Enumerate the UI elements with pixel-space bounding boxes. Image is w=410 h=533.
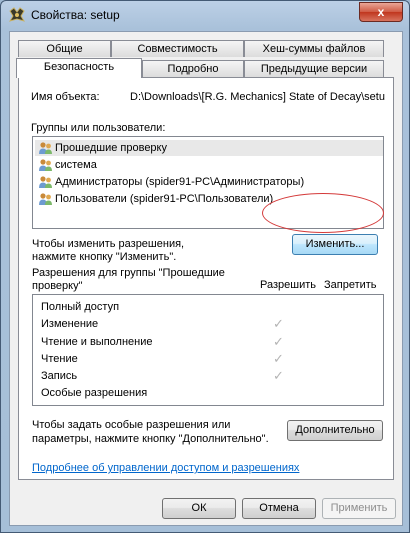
ok-button[interactable]: ОК	[162, 498, 236, 519]
deny-column-header: Запретить	[324, 279, 377, 291]
tab-details[interactable]: Подробно	[142, 60, 244, 77]
change-hint-line1: Чтобы изменить разрешения,	[32, 238, 185, 250]
properties-window: Свойства: setup x Общие Совместимость Хе…	[0, 0, 410, 533]
dialog-client: Общие Совместимость Хеш-суммы файлов Без…	[9, 31, 403, 526]
apply-button[interactable]: Применить	[322, 498, 396, 519]
tab-label: Безопасность	[43, 61, 115, 73]
permission-row: Чтение	[41, 353, 78, 365]
app-icon	[9, 7, 25, 22]
cancel-button[interactable]: Отмена	[242, 498, 316, 519]
permissions-label-line2: проверку"	[32, 280, 83, 292]
tab-general[interactable]: Общие	[18, 40, 111, 57]
advanced-hint-line1: Чтобы задать особые разрешения или	[32, 419, 231, 431]
close-icon: x	[377, 5, 385, 19]
users-group-icon	[39, 193, 52, 205]
list-item[interactable]: Администраторы (spider91-PC\Администрато…	[35, 174, 383, 190]
check-icon: ✓	[273, 368, 284, 383]
tab-hash-sums[interactable]: Хеш-суммы файлов	[244, 40, 384, 57]
access-control-help-link[interactable]: Подробнее об управлении доступом и разре…	[32, 462, 299, 474]
permission-row: Чтение и выполнение	[41, 336, 153, 348]
groups-label: Группы или пользователи:	[31, 122, 166, 134]
close-button[interactable]: x	[359, 2, 403, 22]
tab-previous-versions[interactable]: Предыдущие версии	[244, 60, 384, 77]
title-bar: Свойства: setup x	[1, 1, 409, 29]
tab-compatibility[interactable]: Совместимость	[111, 40, 244, 57]
allow-column-header: Разрешить	[260, 279, 316, 291]
change-hint-line2: нажмите кнопку "Изменить".	[32, 251, 177, 263]
users-group-icon	[39, 159, 52, 171]
list-item[interactable]: система	[35, 157, 383, 173]
tab-label: Подробно	[167, 63, 219, 75]
list-item-label: Администраторы (spider91-PC\Администрато…	[55, 176, 305, 188]
tab-label: Совместимость	[137, 43, 218, 55]
users-group-icon	[39, 142, 52, 154]
change-permissions-button[interactable]: Изменить...	[292, 234, 378, 255]
window-title: Свойства: setup	[31, 8, 120, 22]
tab-security[interactable]: Безопасность	[16, 58, 142, 78]
security-panel: Имя объекта: D:\Downloads\[R.G. Mechanic…	[18, 77, 394, 480]
check-icon: ✓	[273, 316, 284, 331]
advanced-hint-line2: параметры, нажмите кнопку "Дополнительно…	[32, 433, 269, 445]
list-item[interactable]: Прошедшие проверку	[35, 140, 383, 156]
red-highlight-ellipse	[262, 193, 384, 233]
permissions-table: Полный доступ Изменение Чтение и выполне…	[32, 294, 384, 406]
list-item-label: система	[55, 159, 97, 171]
object-name-value: D:\Downloads\[R.G. Mechanics] State of D…	[130, 91, 385, 103]
users-group-icon	[39, 176, 52, 188]
permission-row: Изменение	[41, 318, 99, 330]
tab-label: Предыдущие версии	[260, 63, 368, 75]
advanced-button[interactable]: Дополнительно	[287, 420, 383, 441]
check-icon: ✓	[273, 334, 284, 349]
permission-row: Особые разрешения	[41, 387, 148, 399]
permission-row: Полный доступ	[41, 301, 120, 313]
list-item-label: Пользователи (spider91-PC\Пользователи)	[55, 193, 274, 205]
tab-label: Общие	[46, 43, 83, 55]
permissions-label-line1: Разрешения для группы "Прошедшие	[32, 267, 225, 279]
check-icon: ✓	[273, 351, 284, 366]
object-name-label: Имя объекта:	[31, 91, 100, 103]
list-item-label: Прошедшие проверку	[55, 142, 167, 154]
tab-label: Хеш-суммы файлов	[262, 43, 366, 55]
permission-row: Запись	[41, 370, 78, 382]
